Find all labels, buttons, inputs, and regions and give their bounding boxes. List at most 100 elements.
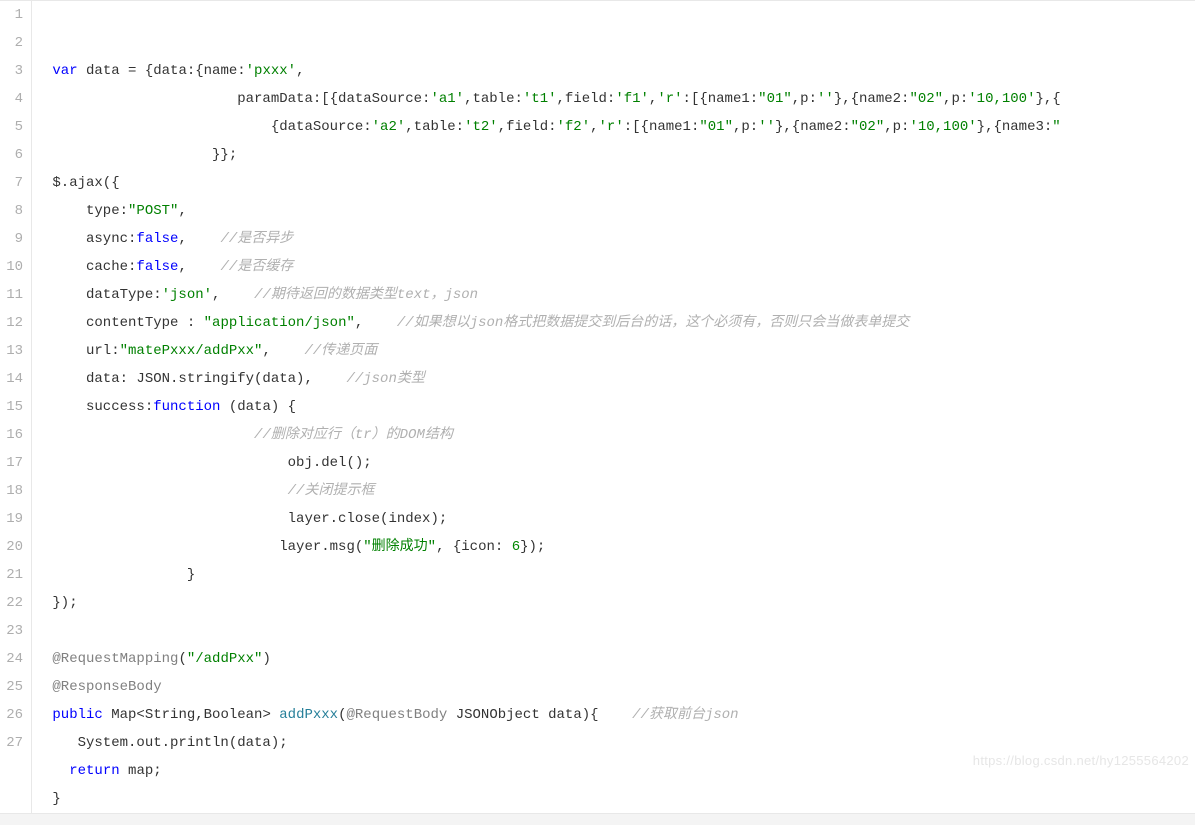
code-line: }}; bbox=[44, 141, 1195, 169]
code-token: $.ajax({ bbox=[44, 175, 120, 191]
code-token: data: JSON.stringify(data), bbox=[44, 371, 346, 387]
line-number: 14 bbox=[0, 365, 23, 393]
code-line: paramData:[{dataSource:'a1',table:'t1',f… bbox=[44, 85, 1195, 113]
line-number: 6 bbox=[0, 141, 23, 169]
code-token: return bbox=[69, 763, 119, 779]
code-token: function bbox=[153, 399, 220, 415]
code-line: data: JSON.stringify(data), //json类型 bbox=[44, 365, 1195, 393]
code-token: 'r' bbox=[599, 119, 624, 135]
code-token: map; bbox=[120, 763, 162, 779]
code-token: :[{name1: bbox=[683, 91, 759, 107]
code-token: , bbox=[355, 315, 397, 331]
code-token: ,p: bbox=[792, 91, 817, 107]
code-token: layer.close(index); bbox=[44, 511, 447, 527]
line-number: 5 bbox=[0, 113, 23, 141]
code-token: var bbox=[52, 63, 77, 79]
code-token: , {icon: bbox=[436, 539, 512, 555]
code-token: {dataSource: bbox=[44, 119, 372, 135]
code-token bbox=[44, 483, 288, 499]
line-number: 25 bbox=[0, 673, 23, 701]
code-token: },{name2: bbox=[834, 91, 910, 107]
code-token: async: bbox=[44, 231, 136, 247]
line-number: 23 bbox=[0, 617, 23, 645]
line-number: 18 bbox=[0, 477, 23, 505]
code-token: , bbox=[178, 231, 220, 247]
code-token: , bbox=[212, 287, 254, 303]
code-line: contentType : "application/json", //如果想以… bbox=[44, 309, 1195, 337]
code-token: //是否异步 bbox=[220, 231, 293, 247]
code-token: type: bbox=[44, 203, 128, 219]
line-number-gutter: 1234567891011121314151617181920212223242… bbox=[0, 1, 32, 813]
code-line: layer.msg("删除成功", {icon: 6}); bbox=[44, 533, 1195, 561]
code-content[interactable]: var data = {data:{name:'pxxx', paramData… bbox=[32, 1, 1195, 813]
code-token: ,p: bbox=[884, 119, 909, 135]
line-number: 11 bbox=[0, 281, 23, 309]
code-line: type:"POST", bbox=[44, 197, 1195, 225]
line-number: 26 bbox=[0, 701, 23, 729]
code-token: , bbox=[296, 63, 304, 79]
code-token: },{name2: bbox=[775, 119, 851, 135]
code-token: success: bbox=[44, 399, 153, 415]
line-number: 1 bbox=[0, 1, 23, 29]
line-number: 17 bbox=[0, 449, 23, 477]
code-token: ,p: bbox=[943, 91, 968, 107]
code-token: '' bbox=[758, 119, 775, 135]
code-token: ( bbox=[178, 651, 186, 667]
code-token bbox=[44, 763, 69, 779]
code-token: 'pxxx' bbox=[246, 63, 296, 79]
code-token: 'r' bbox=[657, 91, 682, 107]
code-line: public Map<String,Boolean> addPxxx(@Requ… bbox=[44, 701, 1195, 729]
line-number: 13 bbox=[0, 337, 23, 365]
line-number: 12 bbox=[0, 309, 23, 337]
code-token: "/addPxx" bbox=[187, 651, 263, 667]
code-token: ,table: bbox=[464, 91, 523, 107]
line-number: 2 bbox=[0, 29, 23, 57]
code-line: @RequestMapping("/addPxx") bbox=[44, 645, 1195, 673]
code-token: 'f2' bbox=[557, 119, 591, 135]
code-token: '10,100' bbox=[909, 119, 976, 135]
code-token: public bbox=[52, 707, 102, 723]
code-line: success:function (data) { bbox=[44, 393, 1195, 421]
code-token: 't1' bbox=[523, 91, 557, 107]
code-token: //删除对应行（tr）的DOM结构 bbox=[254, 427, 453, 443]
code-line: return map; bbox=[44, 757, 1195, 785]
code-token: ,field: bbox=[557, 91, 616, 107]
code-token: }); bbox=[520, 539, 545, 555]
code-token: paramData:[{dataSource: bbox=[44, 91, 430, 107]
code-token: 'a1' bbox=[430, 91, 464, 107]
code-token: JSONObject data){ bbox=[447, 707, 632, 723]
code-line: dataType:'json', //期待返回的数据类型text，json bbox=[44, 281, 1195, 309]
code-token: }}; bbox=[44, 147, 237, 163]
code-token: :[{name1: bbox=[624, 119, 700, 135]
code-token: "application/json" bbox=[204, 315, 355, 331]
code-line bbox=[44, 617, 1195, 645]
code-token: Map<String,Boolean> bbox=[103, 707, 279, 723]
code-line: } bbox=[44, 785, 1195, 813]
code-token: "POST" bbox=[128, 203, 178, 219]
code-line: url:"matePxxx/addPxx", //传递页面 bbox=[44, 337, 1195, 365]
code-token: ,field: bbox=[498, 119, 557, 135]
code-token bbox=[44, 427, 254, 443]
code-line: //删除对应行（tr）的DOM结构 bbox=[44, 421, 1195, 449]
code-line: } bbox=[44, 561, 1195, 589]
code-token: ) bbox=[262, 651, 270, 667]
code-line: var data = {data:{name:'pxxx', bbox=[44, 57, 1195, 85]
code-token: },{ bbox=[1035, 91, 1060, 107]
code-token: data = {data:{name: bbox=[78, 63, 246, 79]
code-line: obj.del(); bbox=[44, 449, 1195, 477]
code-line: //关闭提示框 bbox=[44, 477, 1195, 505]
code-token: System.out.println(data); bbox=[44, 735, 288, 751]
code-token: "02" bbox=[909, 91, 943, 107]
code-token: "01" bbox=[699, 119, 733, 135]
code-line: @ResponseBody bbox=[44, 673, 1195, 701]
line-number: 9 bbox=[0, 225, 23, 253]
code-token: contentType : bbox=[44, 315, 204, 331]
code-token: url: bbox=[44, 343, 120, 359]
line-number: 10 bbox=[0, 253, 23, 281]
code-line: $.ajax({ bbox=[44, 169, 1195, 197]
line-number: 7 bbox=[0, 169, 23, 197]
line-number: 8 bbox=[0, 197, 23, 225]
code-line: async:false, //是否异步 bbox=[44, 225, 1195, 253]
horizontal-scrollbar[interactable] bbox=[0, 813, 1195, 825]
code-token: //关闭提示框 bbox=[288, 483, 375, 499]
